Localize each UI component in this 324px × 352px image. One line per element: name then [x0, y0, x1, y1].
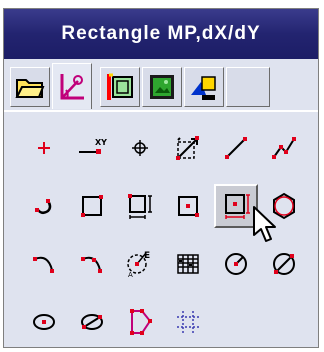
svg-text:A: A — [128, 271, 133, 278]
tool-arc[interactable] — [22, 242, 66, 286]
ellipse-icon — [30, 308, 58, 336]
grid-pattern-icon — [174, 250, 202, 278]
tool-curve[interactable] — [22, 184, 66, 228]
tool-circle-edit[interactable]: E A — [118, 240, 162, 284]
ellipse-slash-icon — [78, 308, 106, 336]
tab-empty[interactable] — [226, 67, 270, 107]
polygon-shape-icon — [125, 307, 155, 337]
tool-rectangle[interactable] — [70, 184, 114, 228]
folder-icon — [15, 74, 45, 100]
tool-ellipse[interactable] — [22, 300, 66, 344]
image-icon — [146, 71, 178, 103]
title-bar[interactable]: Rectangle MP,dX/dY — [4, 9, 318, 59]
svg-text:E: E — [144, 251, 150, 261]
rotate-box-icon — [174, 134, 202, 162]
tab-layer-box[interactable] — [100, 67, 140, 107]
tool-center-point[interactable] — [118, 126, 162, 170]
window-title: Rectangle MP,dX/dY — [61, 23, 261, 44]
tab-strip — [4, 59, 318, 111]
tool-rectangle-center[interactable] — [166, 184, 210, 228]
mouse-pointer-icon — [252, 205, 278, 243]
crosshair-circle-icon — [130, 138, 150, 158]
point-plus-icon — [34, 138, 54, 158]
arc-point-icon — [78, 250, 106, 278]
polyline-icon — [270, 134, 298, 162]
circle-slash-icon — [270, 250, 298, 278]
rectangle-center-icon — [174, 192, 202, 220]
tab-shapes[interactable] — [184, 67, 224, 107]
tool-arc-point[interactable] — [70, 242, 114, 286]
rectangle-mp-dxdy-icon — [221, 191, 251, 221]
svg-text:XY: XY — [95, 138, 107, 147]
dashed-grid-icon — [174, 308, 202, 336]
ucs-axis-icon — [56, 71, 88, 103]
tab-ucs[interactable] — [52, 63, 92, 109]
xy-coordinate-icon: XY — [77, 136, 107, 160]
tool-point[interactable] — [22, 126, 66, 170]
tool-polygon-shape[interactable] — [118, 300, 162, 344]
tool-xy-point[interactable]: XY — [70, 126, 114, 170]
tool-ellipse-axis[interactable] — [70, 300, 114, 344]
layer-box-icon — [104, 71, 136, 103]
circle-edit-icon: E A — [124, 246, 156, 278]
tool-circle-diameter[interactable] — [262, 242, 306, 286]
line-icon — [222, 134, 250, 162]
arc-icon — [30, 250, 58, 278]
tool-line[interactable] — [214, 126, 258, 170]
tool-rectangle-dimension[interactable] — [118, 184, 162, 228]
tool-polyline[interactable] — [262, 126, 306, 170]
shapes-icon — [188, 71, 220, 103]
tab-image[interactable] — [142, 67, 182, 107]
curve-hook-icon — [30, 192, 58, 220]
tab-folder[interactable] — [10, 67, 50, 107]
tool-palette: Rectangle MP,dX/dY XY E A — [0, 0, 324, 352]
tool-dashed-grid[interactable] — [166, 300, 210, 344]
tool-rotate-box[interactable] — [166, 126, 210, 170]
tool-circle-radius[interactable] — [214, 242, 258, 286]
circle-radius-icon — [222, 250, 250, 278]
tool-grid-pattern[interactable] — [166, 242, 210, 286]
rectangle-icon — [78, 192, 106, 220]
rectangle-dimension-icon — [125, 191, 155, 221]
